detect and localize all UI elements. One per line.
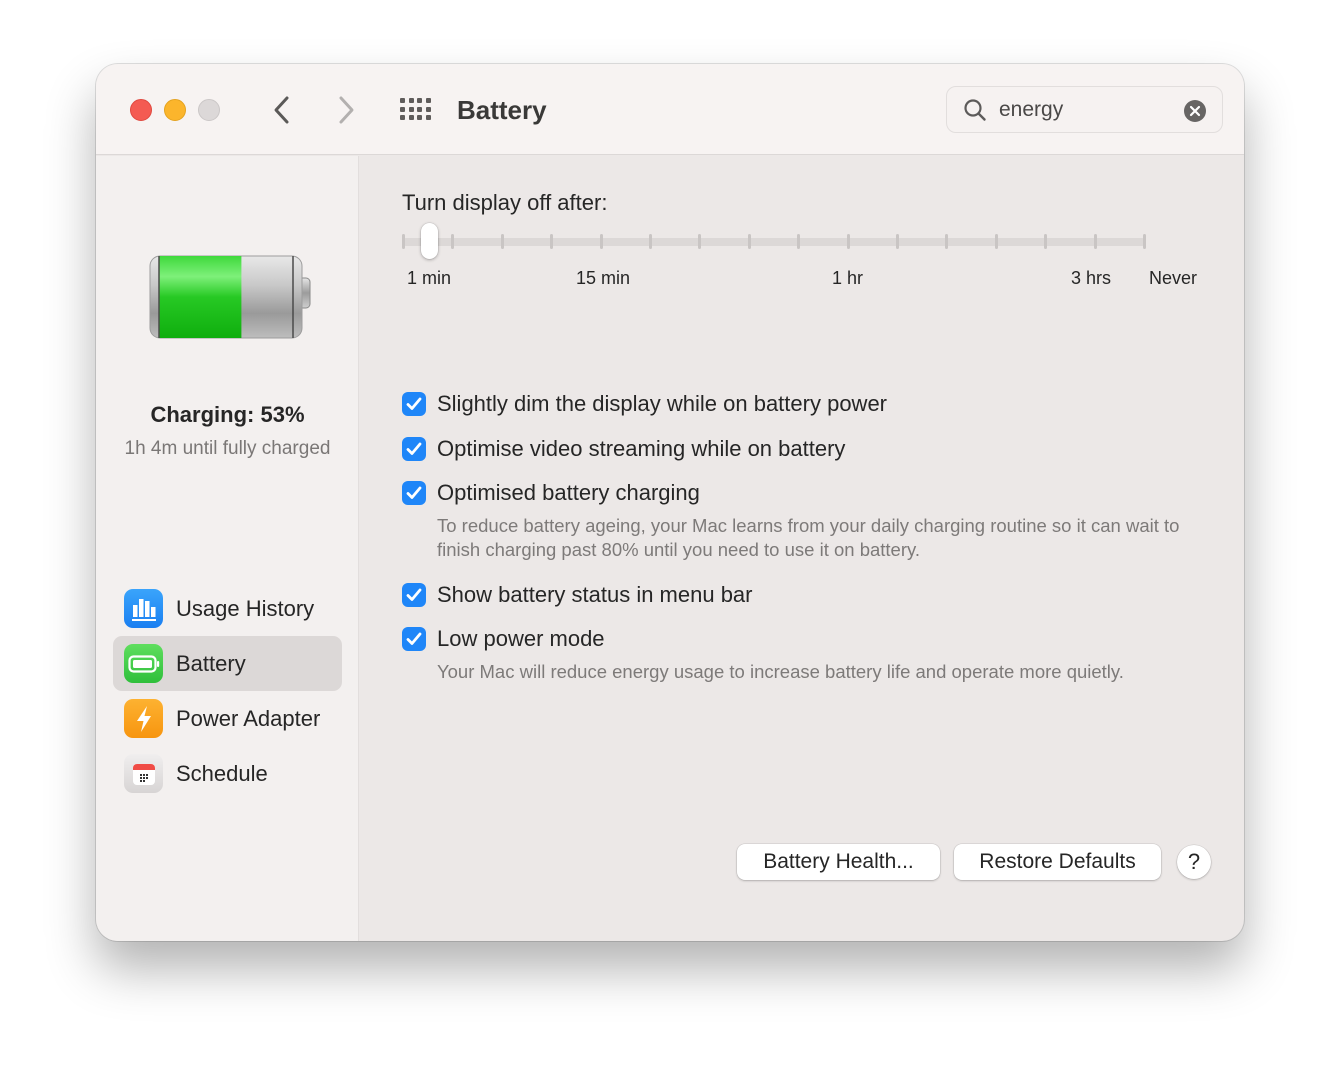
sidebar: Charging: 53% 1h 4m until fully charged … <box>96 156 359 941</box>
checkmark-icon <box>406 397 422 410</box>
checkmark-icon <box>406 442 422 455</box>
slider-tick <box>649 234 652 249</box>
clear-icon <box>1189 105 1201 117</box>
restore-defaults-button[interactable]: Restore Defaults <box>954 844 1161 880</box>
battery-health-button[interactable]: Battery Health... <box>737 844 940 880</box>
grid-dot <box>408 98 414 103</box>
power-adapter-icon <box>124 699 163 738</box>
zoom-window-button[interactable] <box>198 99 220 121</box>
display-off-slider-title: Turn display off after: <box>402 190 608 215</box>
help-button[interactable]: ? <box>1177 845 1211 879</box>
grid-dot <box>425 115 431 120</box>
slider-tick <box>500 234 504 249</box>
sidebar-item-label: Schedule <box>176 760 268 786</box>
slider-tick <box>451 234 455 249</box>
option-label: Slightly dim the display while on batter… <box>437 391 888 416</box>
grid-dot <box>400 98 405 103</box>
grid-dot <box>408 115 414 120</box>
optimised-charging-checkbox[interactable] <box>402 481 426 505</box>
system-preferences-window: Battery energy Charging: 53% 1h 4m until… <box>96 64 1244 941</box>
grid-dot <box>417 106 422 112</box>
slider-label-3-hrs: 3 hrs <box>1071 268 1112 288</box>
grid-dot <box>425 98 431 103</box>
sidebar-item-label: Usage History <box>176 595 315 621</box>
slider-label-never: Never <box>1149 268 1198 288</box>
checkmark-icon <box>406 486 422 499</box>
slider-tick <box>896 234 899 249</box>
schedule-icon <box>124 754 163 793</box>
close-window-button[interactable] <box>130 99 152 121</box>
slider-tick <box>599 234 603 249</box>
slider-thumb[interactable] <box>421 223 438 259</box>
slider-tick <box>402 234 405 249</box>
grid-dot <box>417 115 422 120</box>
battery-level-icon <box>149 255 311 339</box>
grid-dot <box>400 106 405 112</box>
usage-history-icon <box>124 589 163 628</box>
grid-dot <box>400 115 405 120</box>
forward-button[interactable] <box>328 92 364 128</box>
sidebar-item-usage-history[interactable]: Usage History <box>113 581 342 636</box>
option-optimise-video[interactable]: Optimise video streaming while on batter… <box>402 436 845 462</box>
slider-label-15-min: 15 min <box>576 268 631 288</box>
low-power-mode-description: Your Mac will reduce energy usage to inc… <box>437 661 1124 682</box>
slider-tick <box>1093 234 1097 249</box>
window-title: Battery <box>457 95 547 125</box>
sidebar-item-power-adapter[interactable]: Power Adapter <box>113 691 342 746</box>
optimised-charging-description: To reduce battery ageing, your Mac learn… <box>437 515 1180 560</box>
low-power-mode-checkbox[interactable] <box>402 627 426 651</box>
title-bar: Battery <box>96 64 1244 155</box>
option-show-battery-status[interactable]: Show battery status in menu bar <box>402 582 753 608</box>
back-button[interactable] <box>264 92 300 128</box>
slider-track[interactable] <box>402 238 1146 246</box>
slider-tick <box>550 234 554 249</box>
slider-tick <box>747 234 751 249</box>
charge-status: Charging: 53% <box>150 402 305 427</box>
option-dim-display[interactable]: Slightly dim the display while on batter… <box>402 391 887 417</box>
slider-tick <box>1143 234 1146 249</box>
dim-display-checkbox[interactable] <box>402 392 426 416</box>
option-optimised-charging[interactable]: Optimised battery charging <box>402 480 700 506</box>
search-field[interactable] <box>946 86 1223 133</box>
option-label: Optimise video streaming while on batter… <box>437 436 846 461</box>
search-clear-button[interactable] <box>1184 100 1206 122</box>
battery-icon <box>124 644 163 683</box>
slider-tick <box>945 234 949 249</box>
slider-tick <box>994 234 998 249</box>
option-label: Low power mode <box>437 626 605 651</box>
slider-label-1-hr: 1 hr <box>832 268 864 288</box>
minimize-window-button[interactable] <box>164 99 186 121</box>
show-battery-status-checkbox[interactable] <box>402 583 426 607</box>
grid-dot <box>425 106 431 112</box>
slider-tick <box>698 234 702 249</box>
slider-label-1-min: 1 min <box>407 268 452 288</box>
chevron-right-icon <box>339 96 354 124</box>
sidebar-item-label: Power Adapter <box>176 705 321 731</box>
sidebar-list: Usage History Battery Power Adapter Sche… <box>113 581 342 801</box>
chevron-left-icon <box>274 96 289 124</box>
sidebar-item-label: Battery <box>176 650 246 676</box>
optimise-video-checkbox[interactable] <box>402 437 426 461</box>
search-icon <box>964 99 986 121</box>
sidebar-item-battery[interactable]: Battery <box>113 636 342 691</box>
charge-time-remaining: 1h 4m until fully charged <box>124 438 331 459</box>
grid-dot <box>417 98 422 103</box>
show-all-button[interactable] <box>396 94 436 126</box>
main-panel: Turn display off after: 1 min 15 min 1 h… <box>360 156 1244 941</box>
option-label: Optimised battery charging <box>437 480 700 505</box>
option-label: Show battery status in menu bar <box>437 582 753 607</box>
checkmark-icon <box>406 632 422 645</box>
option-low-power-mode[interactable]: Low power mode <box>402 626 605 652</box>
slider-tick <box>797 234 801 249</box>
slider-tick <box>846 234 850 249</box>
grid-dot <box>408 106 414 112</box>
sidebar-item-schedule[interactable]: Schedule <box>113 746 342 801</box>
checkmark-icon <box>406 588 422 601</box>
search-input[interactable] <box>999 95 1179 125</box>
slider-tick <box>1044 234 1048 249</box>
